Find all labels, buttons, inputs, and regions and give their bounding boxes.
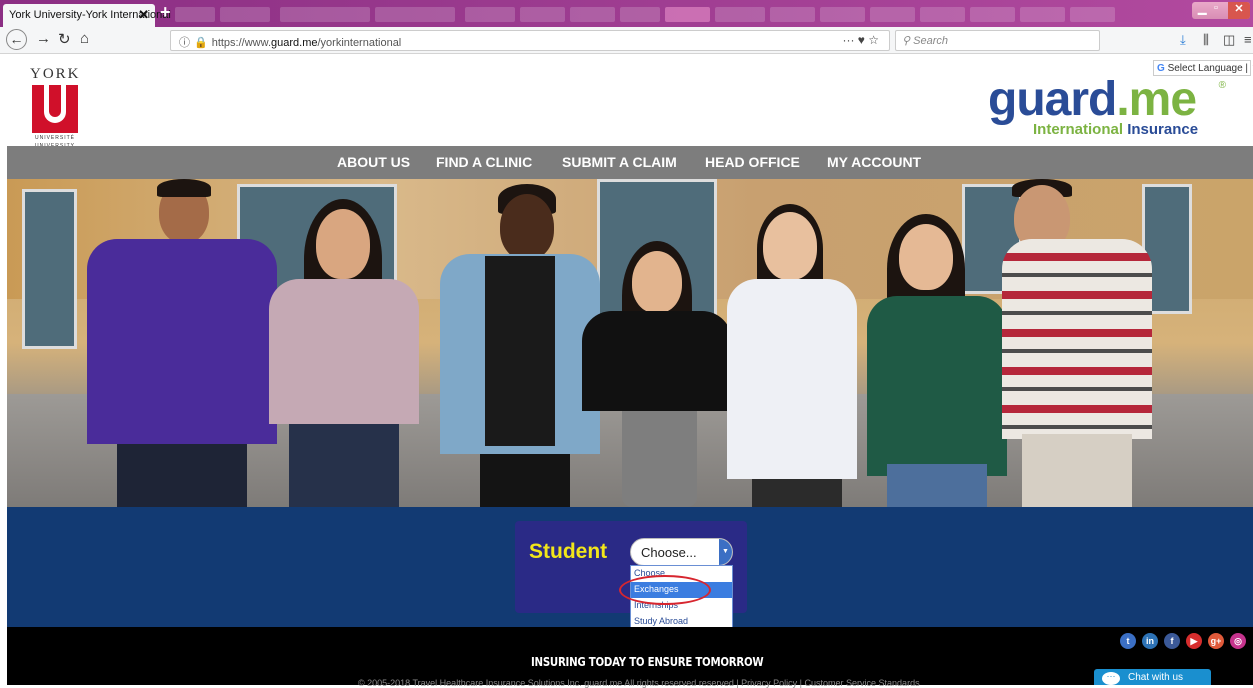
hero-photo: [7, 179, 1253, 507]
facebook-icon[interactable]: f: [1164, 633, 1180, 649]
nav-find-a-clinic[interactable]: FIND A CLINIC: [436, 154, 532, 170]
nav-my-account[interactable]: MY ACCOUNT: [827, 154, 921, 170]
browser-tab[interactable]: [820, 7, 865, 22]
chat-with-us-button[interactable]: ··· Chat with us: [1094, 669, 1211, 685]
window-close-icon[interactable]: ✕: [1228, 2, 1250, 19]
chat-bubble-icon: ···: [1102, 672, 1120, 685]
lock-icon: 🔒: [194, 37, 208, 49]
url-path: /yorkinternational: [317, 37, 402, 49]
browser-tab[interactable]: [665, 7, 710, 22]
new-tab-button[interactable]: +: [160, 2, 171, 23]
browser-search-input[interactable]: ⚲ Search: [895, 30, 1100, 51]
footer-tagline: INSURING TODAY TO ENSURE TOMORROW: [531, 655, 764, 669]
linkedin-icon[interactable]: in: [1142, 633, 1158, 649]
library-icon[interactable]: ⫼: [1203, 32, 1209, 48]
chevron-down-icon: | ▼: [1245, 63, 1253, 74]
window-controls: ▁ ▫ ✕: [1192, 2, 1250, 19]
york-university-logo[interactable]: YORK UNIVERSITÉ UNIVERSITY: [30, 66, 81, 149]
nav-submit-a-claim[interactable]: SUBMIT A CLAIM: [562, 154, 677, 170]
menu-icon[interactable]: ≡: [1244, 32, 1252, 47]
url-prefix: https://www.: [211, 37, 271, 49]
browser-tab[interactable]: [920, 7, 965, 22]
registered-mark: ®: [1218, 80, 1226, 91]
footer-copyright: © 2005-2018 Travel Healthcare Insurance …: [358, 678, 920, 688]
browser-tab[interactable]: [970, 7, 1015, 22]
browser-tab[interactable]: [375, 7, 455, 22]
browser-tab[interactable]: [280, 7, 370, 22]
nav-about-us[interactable]: ABOUT US: [337, 154, 410, 170]
browser-tab[interactable]: [520, 7, 565, 22]
student-label: Student: [529, 540, 608, 563]
reload-icon[interactable]: ↻: [58, 30, 71, 48]
minimize-icon[interactable]: ▁: [1198, 2, 1206, 15]
browser-tab[interactable]: [570, 7, 615, 22]
browser-tab[interactable]: [1070, 7, 1115, 22]
youtube-icon[interactable]: ▶: [1186, 633, 1202, 649]
google-plus-icon[interactable]: g+: [1208, 633, 1224, 649]
browser-tab[interactable]: [770, 7, 815, 22]
guard-me-logo[interactable]: guard.me ® International Insurance: [988, 73, 1228, 140]
maximize-icon[interactable]: ▫: [1214, 2, 1218, 14]
york-subtitle-fr: UNIVERSITÉ: [34, 135, 75, 141]
tab-close-icon[interactable]: ✕: [138, 7, 149, 23]
guard-me-tagline: International Insurance: [1033, 121, 1199, 138]
url-bar[interactable]: ⓘ 🔒 https://www.guard.me/yorkinternational…: [170, 30, 890, 51]
student-type-select[interactable]: Choose... ▼: [630, 538, 733, 566]
browser-tab[interactable]: [465, 7, 515, 22]
select-value: Choose...: [641, 545, 697, 560]
back-arrow-icon[interactable]: ←: [6, 29, 27, 50]
instagram-icon[interactable]: ◎: [1230, 633, 1246, 649]
browser-tab[interactable]: [1020, 7, 1065, 22]
url-domain: guard.me: [271, 37, 318, 49]
sidebar-icon[interactable]: ◫: [1223, 32, 1235, 48]
browser-tab[interactable]: [220, 7, 270, 22]
info-icon[interactable]: ⓘ: [179, 37, 190, 49]
browser-tab-bar: York University-York International ✕ + ▁…: [0, 0, 1253, 27]
browser-tab[interactable]: [620, 7, 660, 22]
twitter-icon[interactable]: t: [1120, 633, 1136, 649]
annotation-highlight-ellipse: [619, 575, 711, 605]
browser-tab[interactable]: [175, 7, 215, 22]
search-placeholder: Search: [913, 35, 948, 47]
nav-head-office[interactable]: HEAD OFFICE: [705, 154, 800, 170]
browser-tab[interactable]: [715, 7, 765, 22]
page-actions-icon[interactable]: ··· ♥ ☆: [842, 33, 879, 47]
browser-tab-active[interactable]: York University-York International ✕: [3, 4, 171, 27]
chat-label: Chat with us: [1128, 672, 1184, 683]
guard-me-wordmark: guard.me: [988, 73, 1197, 126]
browser-tab[interactable]: [870, 7, 915, 22]
search-icon: ⚲: [902, 35, 914, 47]
forward-arrow-icon[interactable]: →: [36, 30, 51, 47]
main-nav: ABOUT US FIND A CLINIC SUBMIT A CLAIM HE…: [7, 146, 1253, 179]
york-wordmark: YORK: [30, 66, 81, 82]
home-icon[interactable]: ⌂: [80, 30, 89, 47]
york-u-mark: [32, 85, 78, 133]
browser-nav-bar: ← → ↻ ⌂ ⓘ 🔒 https://www.guard.me/yorkinter…: [0, 27, 1253, 54]
download-icon[interactable]: ⤓: [1180, 32, 1186, 48]
